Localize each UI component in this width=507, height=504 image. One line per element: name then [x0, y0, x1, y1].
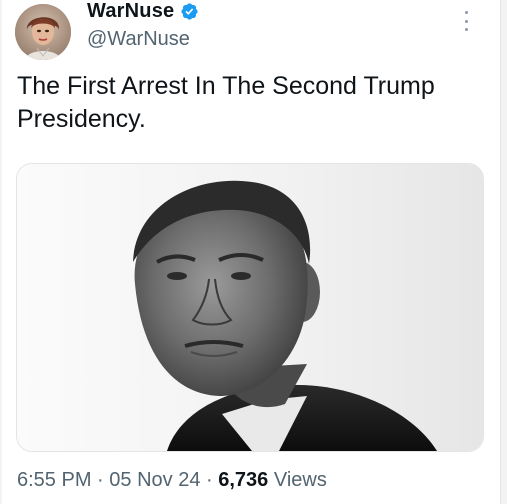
display-name[interactable]: WarNuse — [87, 0, 174, 23]
tweet-meta: 6:55 PM · 05 Nov 24 · 6,736 Views — [17, 469, 327, 492]
user-handle[interactable]: @WarNuse — [87, 28, 190, 51]
tweet-date[interactable]: 05 Nov 24 — [109, 469, 200, 491]
tweet-text: The First Arrest In The Second Trump Pre… — [17, 72, 435, 133]
verified-badge-icon — [180, 2, 199, 21]
views-count[interactable]: 6,736 — [218, 469, 268, 491]
meta-separator: · — [200, 469, 219, 491]
views-label: Views — [273, 469, 327, 491]
tweet-time[interactable]: 6:55 PM — [17, 469, 91, 491]
avatar-image — [15, 4, 71, 60]
tweet-media-photo[interactable] — [16, 163, 484, 452]
meta-separator: · — [91, 469, 110, 491]
more-options-icon[interactable] — [454, 11, 478, 31]
portrait-photo — [17, 164, 483, 451]
avatar[interactable] — [15, 4, 71, 60]
name-row: WarNuse — [87, 0, 199, 23]
tweet-card: WarNuse @WarNuse The First Arrest In The… — [2, 0, 501, 504]
